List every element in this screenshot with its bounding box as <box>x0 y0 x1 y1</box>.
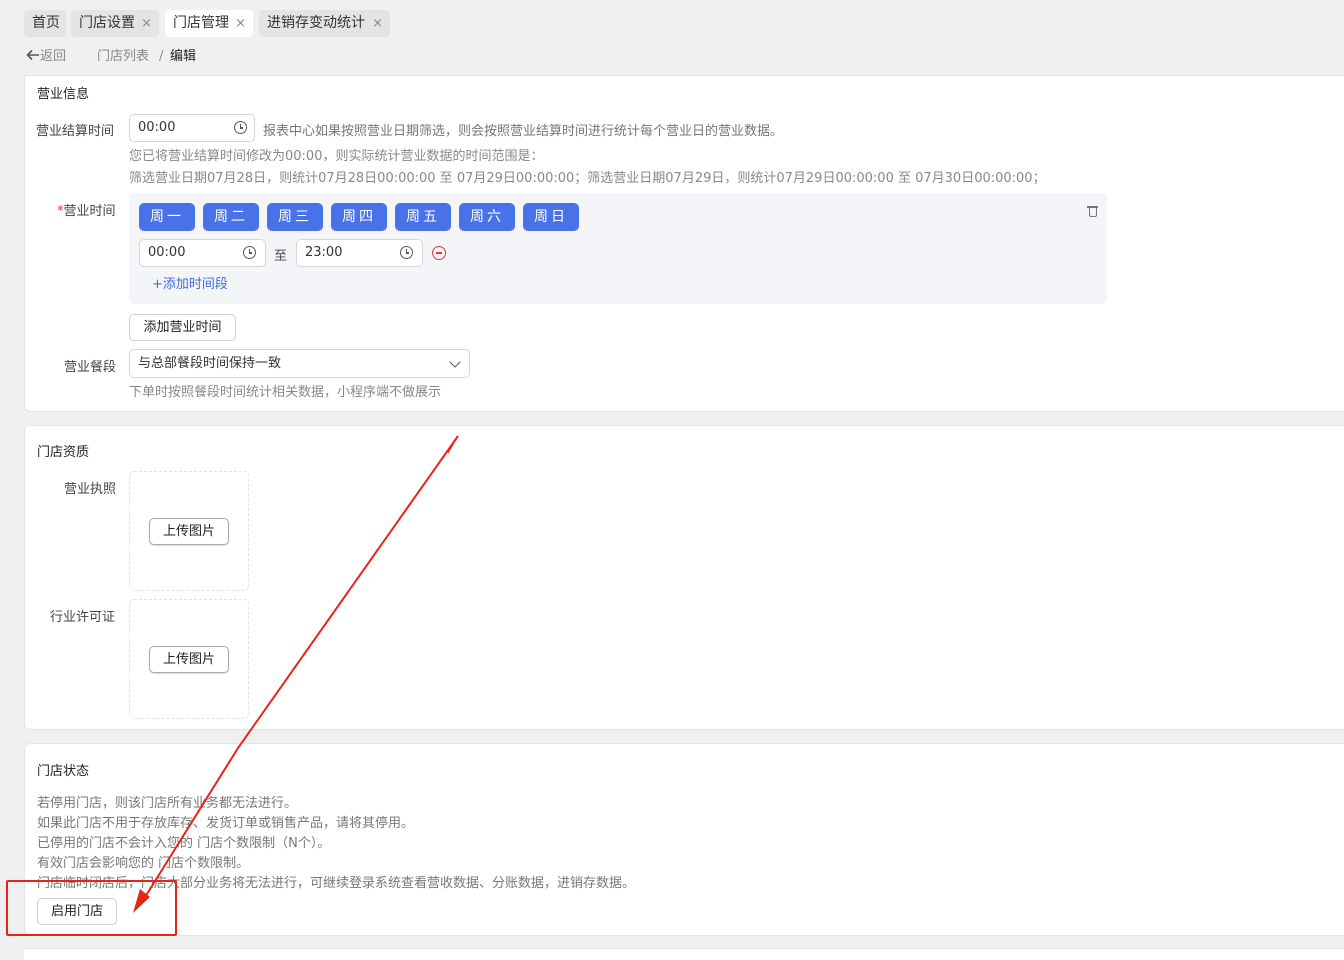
annotation-arrow-icon <box>133 435 459 913</box>
